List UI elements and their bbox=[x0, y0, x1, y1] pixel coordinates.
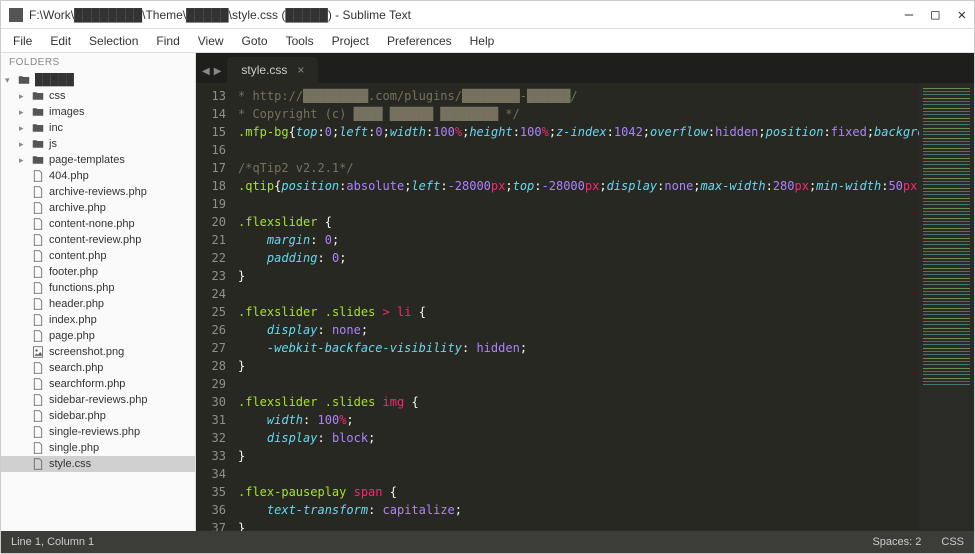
folder-icon bbox=[31, 90, 45, 102]
file-archive-reviews-php[interactable]: archive-reviews.php bbox=[1, 184, 195, 200]
file-icon bbox=[31, 410, 45, 422]
file-404-php[interactable]: 404.php bbox=[1, 168, 195, 184]
file-index-php[interactable]: index.php bbox=[1, 312, 195, 328]
syntax-setting[interactable]: CSS bbox=[941, 536, 964, 548]
folder-tree[interactable]: ▾█████▸css▸images▸inc▸js▸page-templates4… bbox=[1, 72, 195, 531]
menubar: FileEditSelectionFindViewGotoToolsProjec… bbox=[1, 29, 974, 53]
file-icon bbox=[31, 202, 45, 214]
maximize-button[interactable]: □ bbox=[931, 7, 939, 23]
file-searchform-php[interactable]: searchform.php bbox=[1, 376, 195, 392]
folder-js[interactable]: ▸js bbox=[1, 136, 195, 152]
folder-images[interactable]: ▸images bbox=[1, 104, 195, 120]
menu-preferences[interactable]: Preferences bbox=[379, 32, 460, 50]
indent-setting[interactable]: Spaces: 2 bbox=[872, 536, 921, 548]
file-icon bbox=[31, 234, 45, 246]
tabbar: ◀ ▶ style.css × bbox=[196, 53, 974, 83]
folder-css[interactable]: ▸css bbox=[1, 88, 195, 104]
menu-edit[interactable]: Edit bbox=[42, 32, 79, 50]
file-content-php[interactable]: content.php bbox=[1, 248, 195, 264]
folder-icon bbox=[31, 154, 45, 166]
file-search-php[interactable]: search.php bbox=[1, 360, 195, 376]
file-icon bbox=[31, 378, 45, 390]
gutter: 13 14 15 16 17 18 19 20 21 22 23 24 25 2… bbox=[196, 83, 234, 531]
menu-project[interactable]: Project bbox=[324, 32, 377, 50]
file-sidebar-php[interactable]: sidebar.php bbox=[1, 408, 195, 424]
file-icon bbox=[31, 298, 45, 310]
folder-icon bbox=[31, 106, 45, 118]
menu-tools[interactable]: Tools bbox=[278, 32, 322, 50]
minimap[interactable] bbox=[919, 83, 974, 531]
file-icon bbox=[31, 250, 45, 262]
nav-back-icon[interactable]: ◀ bbox=[202, 66, 210, 77]
file-page-php[interactable]: page.php bbox=[1, 328, 195, 344]
close-button[interactable]: ✕ bbox=[958, 7, 966, 23]
code-content[interactable]: * http://█████████.com/plugins/████████-… bbox=[234, 83, 919, 531]
menu-goto[interactable]: Goto bbox=[234, 32, 276, 50]
sidebar-header: FOLDERS bbox=[1, 53, 195, 72]
file-screenshot-png[interactable]: screenshot.png bbox=[1, 344, 195, 360]
folder-icon bbox=[31, 122, 45, 134]
nav-fwd-icon[interactable]: ▶ bbox=[214, 66, 222, 77]
window-title: F:\Work\████████\Theme\█████\style.css (… bbox=[29, 8, 905, 22]
file-icon bbox=[31, 458, 45, 470]
menu-find[interactable]: Find bbox=[148, 32, 187, 50]
file-sidebar-reviews-php[interactable]: sidebar-reviews.php bbox=[1, 392, 195, 408]
file-single-php[interactable]: single.php bbox=[1, 440, 195, 456]
file-icon bbox=[31, 394, 45, 406]
file-content-none-php[interactable]: content-none.php bbox=[1, 216, 195, 232]
file-header-php[interactable]: header.php bbox=[1, 296, 195, 312]
tab-stylecss[interactable]: style.css × bbox=[227, 57, 318, 83]
titlebar: F:\Work\████████\Theme\█████\style.css (… bbox=[1, 1, 974, 29]
file-content-review-php[interactable]: content-review.php bbox=[1, 232, 195, 248]
file-icon bbox=[31, 330, 45, 342]
file-icon bbox=[31, 362, 45, 374]
code-area[interactable]: 13 14 15 16 17 18 19 20 21 22 23 24 25 2… bbox=[196, 83, 974, 531]
folder-icon bbox=[17, 74, 31, 86]
folder-icon bbox=[31, 138, 45, 150]
app-icon bbox=[9, 8, 23, 22]
file-icon bbox=[31, 218, 45, 230]
file-icon bbox=[31, 314, 45, 326]
folder-page-templates[interactable]: ▸page-templates bbox=[1, 152, 195, 168]
file-single-reviews-php[interactable]: single-reviews.php bbox=[1, 424, 195, 440]
folder-█████[interactable]: ▾█████ bbox=[1, 72, 195, 88]
minimize-button[interactable]: — bbox=[905, 7, 913, 23]
editor: ◀ ▶ style.css × 13 14 15 16 17 18 19 20 … bbox=[196, 53, 974, 531]
file-icon bbox=[31, 442, 45, 454]
file-icon bbox=[31, 282, 45, 294]
file-icon bbox=[31, 186, 45, 198]
sidebar: FOLDERS ▾█████▸css▸images▸inc▸js▸page-te… bbox=[1, 53, 196, 531]
cursor-position[interactable]: Line 1, Column 1 bbox=[11, 536, 94, 548]
file-style-css[interactable]: style.css bbox=[1, 456, 195, 472]
tab-label: style.css bbox=[241, 63, 287, 77]
file-icon bbox=[31, 266, 45, 278]
tab-close-icon[interactable]: × bbox=[297, 63, 304, 77]
menu-help[interactable]: Help bbox=[462, 32, 503, 50]
statusbar: Line 1, Column 1 Spaces: 2 CSS bbox=[1, 531, 974, 553]
menu-file[interactable]: File bbox=[5, 32, 40, 50]
file-archive-php[interactable]: archive.php bbox=[1, 200, 195, 216]
file-icon bbox=[31, 346, 45, 358]
menu-view[interactable]: View bbox=[190, 32, 232, 50]
folder-inc[interactable]: ▸inc bbox=[1, 120, 195, 136]
file-icon bbox=[31, 426, 45, 438]
file-functions-php[interactable]: functions.php bbox=[1, 280, 195, 296]
file-footer-php[interactable]: footer.php bbox=[1, 264, 195, 280]
menu-selection[interactable]: Selection bbox=[81, 32, 146, 50]
file-icon bbox=[31, 170, 45, 182]
